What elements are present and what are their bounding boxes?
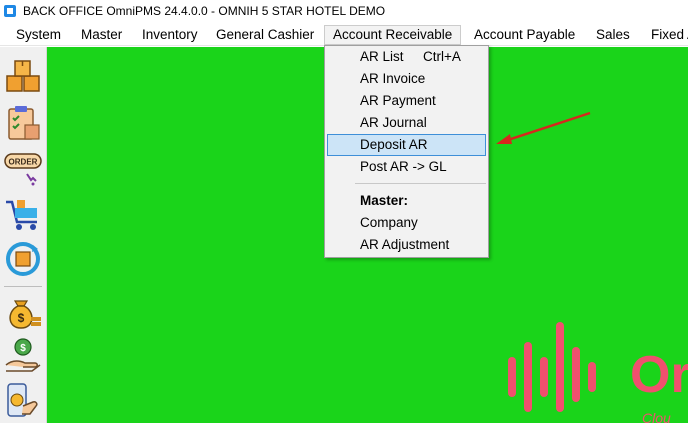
- clipboard-checklist-icon: [8, 106, 40, 140]
- cart-button[interactable]: [2, 193, 44, 235]
- logo-subtext: Clou: [642, 410, 671, 423]
- menu-item-company[interactable]: Company: [327, 212, 486, 234]
- menu-inventory[interactable]: Inventory: [134, 25, 206, 45]
- menu-separator: [355, 183, 486, 184]
- menu-item-ar-invoice[interactable]: AR Invoice: [327, 68, 486, 90]
- annotation-arrow: [496, 111, 591, 144]
- menu-sales[interactable]: Sales: [588, 25, 638, 45]
- boxes-icon: [6, 60, 40, 92]
- menu-item-post-ar-gl[interactable]: Post AR -> GL: [327, 156, 486, 178]
- refresh-button[interactable]: [2, 238, 44, 280]
- svg-text:$: $: [18, 311, 25, 325]
- menu-fixed-asset[interactable]: Fixed A: [643, 25, 688, 45]
- boxes-button[interactable]: [2, 55, 44, 97]
- toolbar-divider: [4, 286, 42, 287]
- app-icon: [4, 5, 16, 17]
- title-bar: BACK OFFICE OmniPMS 24.4.0.0 - OMNIH 5 S…: [0, 0, 688, 24]
- order-icon: ORDER: [4, 153, 42, 186]
- order-button[interactable]: ORDER: [2, 147, 44, 189]
- menu-account-payable[interactable]: Account Payable: [466, 25, 583, 45]
- mobile-payment-button[interactable]: [2, 379, 44, 421]
- menu-item-ar-journal[interactable]: AR Journal: [327, 112, 486, 134]
- master-section-header: Master:: [360, 193, 409, 208]
- shortcut-label: Ctrl+A: [423, 49, 461, 64]
- mobile-payment-icon: [7, 383, 38, 417]
- menu-general-cashier[interactable]: General Cashier: [208, 25, 322, 45]
- hand-money-button[interactable]: $: [2, 334, 44, 376]
- money-bag-button[interactable]: $: [2, 290, 44, 332]
- logo-text: Or: [630, 346, 688, 404]
- omni-logo: Or Clou: [508, 322, 688, 423]
- menu-system[interactable]: System: [8, 25, 69, 45]
- menu-item-deposit-ar[interactable]: Deposit AR: [327, 134, 486, 156]
- menu-item-label: AR List: [360, 49, 404, 64]
- menu-item-ar-adjustment[interactable]: AR Adjustment: [327, 234, 486, 256]
- menu-bar: System Master Inventory General Cashier …: [0, 24, 688, 46]
- window-title: BACK OFFICE OmniPMS 24.4.0.0 - OMNIH 5 S…: [23, 4, 386, 18]
- left-toolbar: ORDER $ $: [0, 47, 47, 423]
- account-receivable-dropdown: AR List Ctrl+A AR Invoice AR Payment AR …: [324, 45, 489, 258]
- menu-account-receivable[interactable]: Account Receivable: [324, 25, 462, 45]
- refresh-box-icon: [6, 242, 40, 276]
- hand-money-icon: $: [5, 338, 41, 372]
- menu-master[interactable]: Master: [73, 25, 130, 45]
- svg-text:$: $: [20, 343, 26, 354]
- money-bag-icon: $: [9, 300, 41, 329]
- checklist-button[interactable]: [2, 102, 44, 144]
- menu-item-ar-payment[interactable]: AR Payment: [327, 90, 486, 112]
- shopping-cart-icon: [6, 200, 37, 230]
- menu-item-ar-list[interactable]: AR List Ctrl+A: [327, 46, 486, 68]
- svg-text:ORDER: ORDER: [9, 158, 38, 167]
